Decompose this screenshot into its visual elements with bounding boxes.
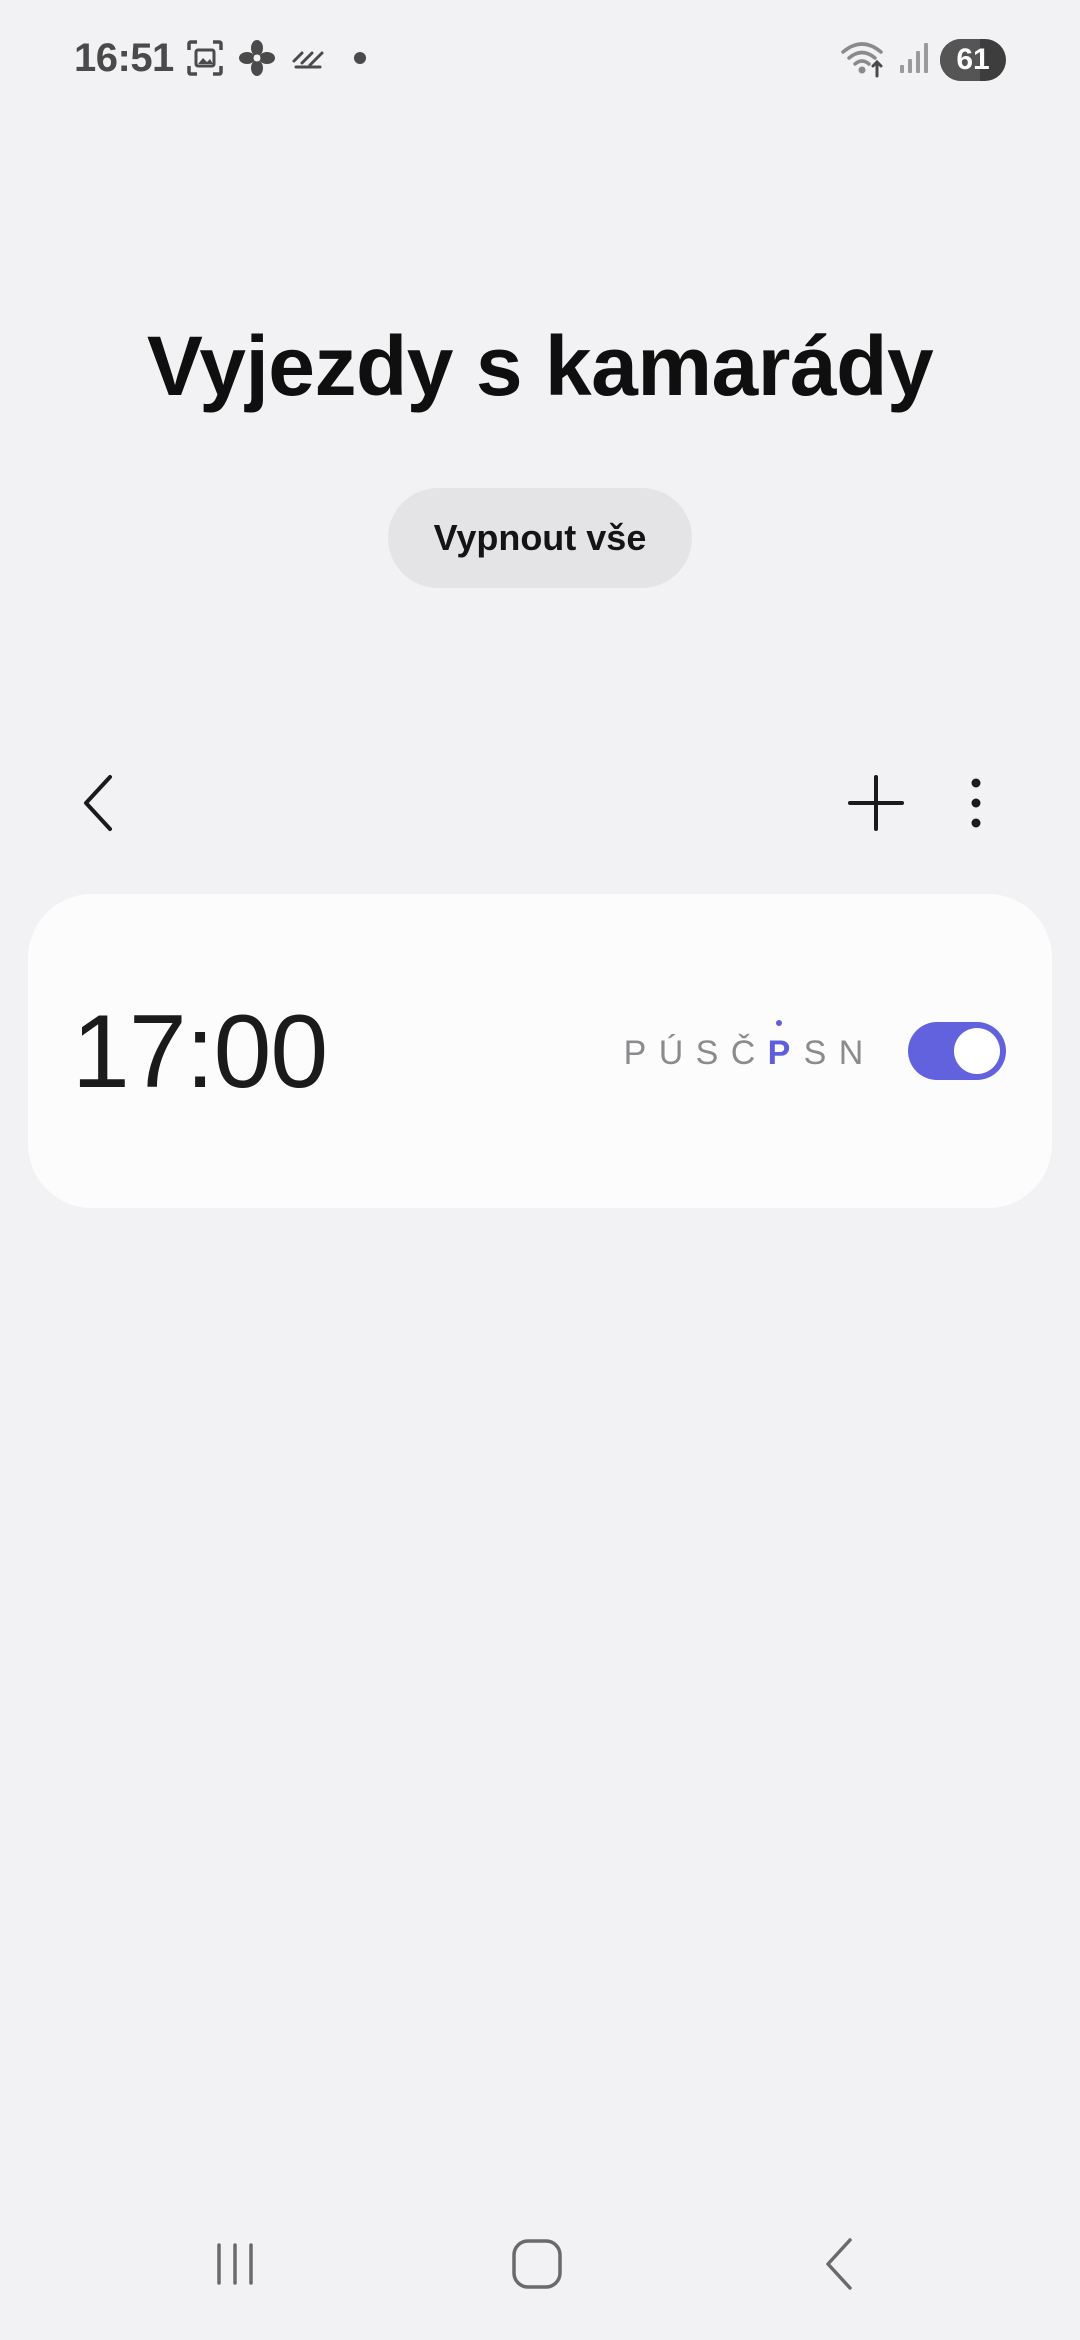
status-icons-right: 61 bbox=[840, 38, 1006, 82]
fan-icon bbox=[238, 39, 276, 82]
weekday: P bbox=[622, 1036, 648, 1070]
back-icon bbox=[820, 2236, 860, 2295]
recents-button[interactable] bbox=[180, 2210, 290, 2320]
alarm-time: 17:00 bbox=[72, 994, 328, 1110]
signal-icon bbox=[898, 41, 930, 80]
battery-icon: 61 bbox=[940, 39, 1006, 81]
weekday-label: S bbox=[803, 1034, 827, 1072]
status-icons-left bbox=[186, 38, 374, 82]
system-back-button[interactable] bbox=[785, 2210, 895, 2320]
home-button[interactable] bbox=[482, 2210, 592, 2320]
plus-icon bbox=[848, 774, 904, 834]
weekday-label: N bbox=[838, 1034, 864, 1072]
status-time: 16:51 bbox=[74, 36, 174, 80]
navigation-bar bbox=[0, 2190, 1080, 2340]
weekday: N bbox=[838, 1036, 864, 1070]
alarm-card[interactable]: 17:00 P Ú S Č P S N bbox=[28, 894, 1052, 1208]
disable-all-button[interactable]: Vypnout vše bbox=[388, 488, 692, 588]
alarm-toggle[interactable] bbox=[908, 1022, 1006, 1080]
chevron-left-icon bbox=[80, 773, 120, 836]
add-alarm-button[interactable] bbox=[836, 764, 916, 844]
weekday-label: S bbox=[695, 1034, 719, 1072]
home-icon bbox=[510, 2237, 564, 2294]
weekday: Ú bbox=[658, 1036, 684, 1070]
page-title: Vyjezdy s kamarády bbox=[146, 319, 934, 413]
alarm-weekdays: P Ú S Č P S N bbox=[622, 1020, 864, 1072]
weekday-label: Č bbox=[730, 1034, 756, 1072]
weekday-label: P bbox=[623, 1034, 647, 1072]
recents-icon bbox=[210, 2239, 260, 2292]
stripes-icon bbox=[290, 43, 326, 78]
toggle-knob bbox=[954, 1028, 1000, 1074]
screenshot-icon bbox=[186, 39, 224, 82]
weekday: S bbox=[802, 1036, 828, 1070]
wifi-icon bbox=[840, 38, 888, 83]
weekday-label: P bbox=[767, 1034, 791, 1072]
battery-level: 61 bbox=[956, 43, 990, 76]
weekday-label: Ú bbox=[658, 1034, 684, 1072]
notification-dot-icon bbox=[340, 48, 374, 73]
more-vertical-icon bbox=[966, 777, 986, 832]
weekday: P bbox=[766, 1020, 792, 1072]
more-options-button[interactable] bbox=[936, 764, 1016, 844]
active-day-dot bbox=[776, 1020, 782, 1026]
weekday: Č bbox=[730, 1036, 756, 1070]
back-button[interactable] bbox=[60, 764, 140, 844]
weekday: S bbox=[694, 1036, 720, 1070]
status-bar: 16:51 61 bbox=[0, 0, 1080, 120]
